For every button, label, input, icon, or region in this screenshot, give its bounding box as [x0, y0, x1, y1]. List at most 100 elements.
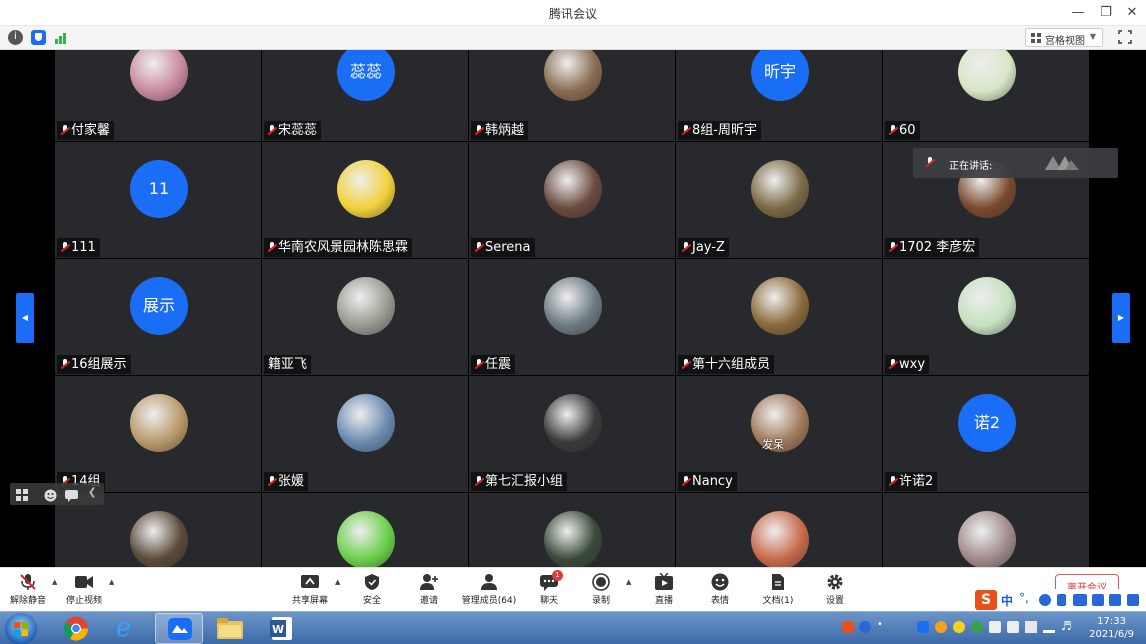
participant-tile[interactable]: 60: [883, 50, 1089, 141]
toolbox-icon[interactable]: [1127, 594, 1139, 606]
participant-tile[interactable]: 11 111: [55, 142, 261, 258]
flag-icon[interactable]: [1025, 621, 1037, 633]
next-page-button[interactable]: ▶: [1112, 293, 1130, 343]
participant-tile[interactable]: [262, 493, 468, 567]
chat-button[interactable]: 1 聊天: [529, 570, 569, 609]
collapse-icon[interactable]: ❮: [88, 487, 101, 500]
participant-tile[interactable]: 14组: [55, 376, 261, 492]
participant-name-tag: 第七汇报小组: [471, 472, 568, 491]
security-button[interactable]: 安全: [352, 571, 392, 609]
tencent-meeting-icon: [168, 618, 192, 640]
participant-tile[interactable]: [883, 493, 1089, 567]
tray-overflow-icon[interactable]: •: [877, 619, 883, 630]
participant-name-tag: 16组展示: [57, 355, 131, 374]
avatar: [751, 160, 809, 218]
chrome-taskbar-button[interactable]: [52, 613, 100, 644]
tray-app-icon[interactable]: [989, 621, 1001, 633]
avatar: [544, 511, 602, 567]
avatar: 蕊蕊: [337, 50, 395, 101]
participant-tile[interactable]: 付家馨: [55, 50, 261, 141]
mic-muted-icon: [474, 125, 485, 136]
participant-name: Nancy: [692, 474, 733, 489]
participant-tile[interactable]: 第七汇报小组: [469, 376, 675, 492]
clock-time: 17:33: [1097, 616, 1126, 627]
participant-tile[interactable]: 华南农风景园林陈思霖: [262, 142, 468, 258]
record-button[interactable]: 录制: [581, 571, 621, 609]
chat-bubble-icon[interactable]: [65, 487, 78, 502]
participant-tile[interactable]: 籍亚飞: [262, 259, 468, 375]
sogou-tray-icon[interactable]: [842, 621, 854, 633]
system-clock[interactable]: 17:33 2021/6/9: [1089, 615, 1134, 641]
participant-tile[interactable]: wxy: [883, 259, 1089, 375]
participant-tile[interactable]: 展示 16组展示: [55, 259, 261, 375]
audio-options-caret[interactable]: ▲: [52, 578, 57, 586]
tencent-meeting-taskbar-button[interactable]: [155, 613, 203, 644]
participant-tile[interactable]: 任震: [469, 259, 675, 375]
punctuation-icon[interactable]: °,: [1019, 591, 1029, 605]
documents-button[interactable]: 文档(1): [756, 571, 800, 609]
wechat-tray-icon[interactable]: [971, 621, 983, 633]
tencent-meeting-tray-icon[interactable]: [917, 621, 929, 633]
participant-tile[interactable]: 蕊蕊宋蕊蕊: [262, 50, 468, 141]
word-taskbar-button[interactable]: W: [258, 613, 306, 644]
volume-icon[interactable]: ♬: [1061, 619, 1072, 633]
ime-language-indicator[interactable]: 中: [1001, 592, 1013, 609]
shield-icon[interactable]: [31, 30, 46, 45]
participant-name-tag: 籍亚飞: [264, 355, 312, 374]
participant-tile[interactable]: Jay-Z: [676, 142, 882, 258]
mic-muted-icon: [888, 125, 899, 136]
settings-button[interactable]: 设置: [815, 571, 855, 609]
video-grid-area: 付家馨 蕊蕊 宋蕊蕊 韩炳越 昕宇 8组-周昕宇 60 11 111 华南农风景园林陈思霖 Sere…: [0, 50, 1146, 567]
participant-tile[interactable]: [676, 493, 882, 567]
live-button[interactable]: 直播: [644, 571, 684, 609]
ie-taskbar-button[interactable]: e: [104, 613, 152, 644]
view-mode-dropdown[interactable]: 宫格视图 ▼: [1025, 28, 1103, 47]
emoji-icon[interactable]: [44, 487, 57, 502]
participant-tile[interactable]: [469, 493, 675, 567]
help-icon[interactable]: [859, 621, 871, 633]
restore-button[interactable]: ❐: [1096, 3, 1116, 23]
record-options-caret[interactable]: ▲: [626, 578, 631, 586]
ie-icon: e: [116, 613, 132, 643]
fullscreen-icon[interactable]: [1117, 29, 1133, 45]
manage-members-button[interactable]: 管理成员(64): [458, 571, 520, 609]
participant-tile[interactable]: 发呆 Nancy: [676, 376, 882, 492]
unmute-button[interactable]: 解除静音: [6, 571, 50, 609]
emoji-icon[interactable]: [1039, 594, 1051, 606]
action-center-icon[interactable]: [1007, 621, 1019, 633]
minimize-button[interactable]: —: [1068, 3, 1088, 23]
sogou-logo-icon[interactable]: S: [975, 590, 997, 610]
skin-icon[interactable]: [1109, 594, 1121, 606]
participant-tile[interactable]: 韩炳越: [469, 50, 675, 141]
avatar: [130, 511, 188, 567]
layout-icon[interactable]: [16, 487, 29, 501]
participant-name-tag: 宋蕊蕊: [264, 121, 322, 140]
participant-tile[interactable]: Serena: [469, 142, 675, 258]
user-icon[interactable]: [1092, 594, 1104, 606]
prev-page-button[interactable]: ◀: [16, 293, 34, 343]
share-screen-button[interactable]: 共享屏幕: [288, 571, 332, 609]
signal-icon[interactable]: [54, 30, 69, 45]
share-options-caret[interactable]: ▲: [335, 578, 340, 586]
keyboard-icon[interactable]: [1073, 594, 1087, 606]
participant-tile[interactable]: 第十六组成员: [676, 259, 882, 375]
reactions-button[interactable]: 表情: [700, 571, 740, 609]
participant-tile[interactable]: 诺2 许诺2: [883, 376, 1089, 492]
start-button[interactable]: [5, 613, 37, 644]
participant-name-tag: Nancy: [678, 472, 737, 491]
tray-app-icon[interactable]: [953, 621, 965, 633]
video-options-caret[interactable]: ▲: [109, 578, 114, 586]
invite-button[interactable]: 邀请: [409, 571, 449, 609]
avatar: 诺2: [958, 394, 1016, 452]
avatar: [544, 50, 602, 101]
stop-video-button[interactable]: 停止视频: [62, 571, 106, 609]
tray-app-icon[interactable]: [935, 621, 947, 633]
grid-icon: [1031, 33, 1041, 43]
participant-tile[interactable]: 张媛: [262, 376, 468, 492]
participant-tile[interactable]: 昕宇 8组-周昕宇: [676, 50, 882, 141]
voice-icon[interactable]: [1057, 594, 1066, 606]
network-icon[interactable]: [1043, 621, 1055, 633]
explorer-taskbar-button[interactable]: [206, 613, 254, 644]
close-button[interactable]: ✕: [1122, 3, 1142, 23]
info-icon[interactable]: i: [8, 30, 23, 45]
